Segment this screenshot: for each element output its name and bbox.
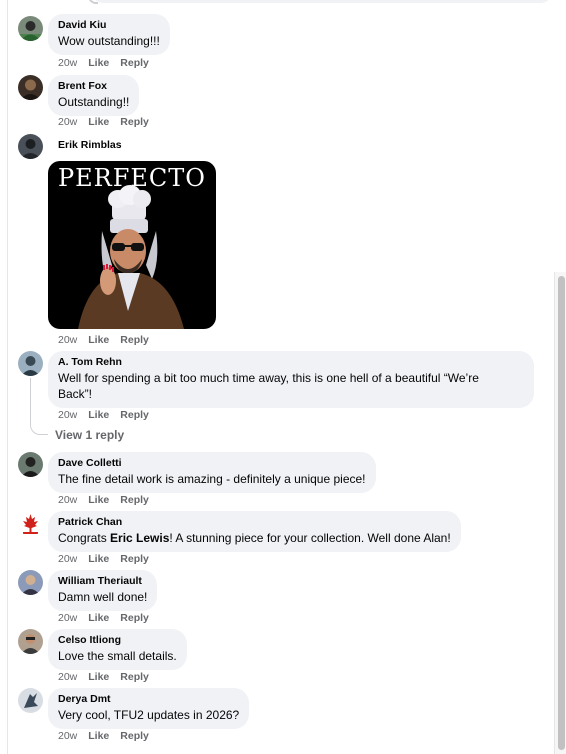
- comment-actions: 20w Like Reply: [58, 334, 160, 346]
- comment-text: Wow outstanding!!!: [58, 34, 160, 48]
- like-button[interactable]: Like: [88, 334, 109, 346]
- comment: Celso Itliong Love the small details. 20…: [18, 629, 558, 689]
- comment-time[interactable]: 20w: [58, 612, 77, 624]
- reply-button[interactable]: Reply: [120, 409, 149, 421]
- feed-left-border: [7, 0, 8, 754]
- reply-button[interactable]: Reply: [120, 334, 149, 346]
- comment-text: Outstanding!!: [58, 95, 130, 109]
- comment-actions: 20w Like Reply: [58, 671, 160, 683]
- comment-bubble: Brent Fox Outstanding!!: [48, 75, 140, 116]
- comment-author[interactable]: Dave Colletti: [58, 457, 366, 470]
- comment-author[interactable]: Celso Itliong: [58, 634, 177, 647]
- reply-button[interactable]: Reply: [120, 671, 149, 683]
- comment-actions: 20w Like Reply: [58, 730, 160, 742]
- comment-author[interactable]: Erik Rimblas: [58, 139, 122, 151]
- comment-actions: 20w Like Reply: [58, 553, 160, 565]
- avatar-icon[interactable]: [18, 134, 43, 159]
- comment-bubble: Derya Dmt Very cool, TFU2 updates in 202…: [48, 688, 250, 729]
- comment-text: The fine detail work is amazing - defini…: [58, 472, 366, 486]
- scrollbar-thumb[interactable]: [558, 276, 565, 750]
- thread-connector: [88, 0, 98, 4]
- comment-author[interactable]: Derya Dmt: [58, 693, 239, 706]
- comment-text-prefix: Congrats: [58, 531, 111, 545]
- comment-bubble: Celso Itliong Love the small details.: [48, 629, 187, 670]
- avatar-icon[interactable]: [18, 688, 43, 713]
- comment-time[interactable]: 20w: [58, 334, 77, 346]
- comment-author[interactable]: Patrick Chan: [58, 516, 451, 529]
- avatar-icon[interactable]: [18, 16, 43, 41]
- comment: Derya Dmt Very cool, TFU2 updates in 202…: [18, 688, 558, 748]
- reply-button[interactable]: Reply: [120, 57, 149, 69]
- reply-button[interactable]: Reply: [120, 553, 149, 565]
- comment: David Kiu Wow outstanding!!! 20w Like Repl…: [18, 14, 558, 76]
- comment: Dave Colletti The fine detail work is am…: [18, 452, 558, 512]
- comment-text-line-2: Back”!: [58, 387, 93, 401]
- comment-bubble: Dave Colletti The fine detail work is am…: [48, 452, 376, 493]
- reply-button[interactable]: Reply: [120, 730, 149, 742]
- like-button[interactable]: Like: [88, 116, 109, 128]
- comment-bubble: William Theriault Damn well done!: [48, 570, 158, 611]
- comment-text-suffix: ! A stunning piece for your collection. …: [169, 531, 451, 545]
- comment: Brent Fox Outstanding!! 20w Like Reply: [18, 75, 558, 135]
- comment-time[interactable]: 20w: [58, 553, 77, 565]
- comment-text: Damn well done!: [58, 590, 148, 604]
- comment-actions: 20w Like Reply: [58, 116, 160, 128]
- reply-button[interactable]: Reply: [120, 494, 149, 506]
- avatar-icon[interactable]: [18, 511, 43, 536]
- reply-button[interactable]: Reply: [120, 116, 149, 128]
- like-button[interactable]: Like: [88, 612, 109, 624]
- comment-text: Very cool, TFU2 updates in 2026?: [58, 708, 240, 722]
- avatar-icon[interactable]: [18, 351, 43, 376]
- comment: Erik Rimblas PERFECTO 20w Like Reply: [18, 134, 558, 346]
- comment-actions: 20w Like Reply: [58, 494, 160, 506]
- avatar-icon[interactable]: [18, 570, 43, 595]
- comment-bubble: David Kiu Wow outstanding!!!: [48, 14, 170, 55]
- reply-thread-line: [30, 378, 31, 423]
- comment-time[interactable]: 20w: [58, 116, 77, 128]
- comment-text-line-1: Well for spending a bit too much time aw…: [58, 371, 479, 385]
- avatar-icon[interactable]: [18, 452, 43, 477]
- comment-time[interactable]: 20w: [58, 730, 77, 742]
- comment-author[interactable]: Brent Fox: [58, 80, 129, 93]
- comment: William Theriault Damn well done! 20w Lik…: [18, 570, 558, 630]
- like-button[interactable]: Like: [88, 730, 109, 742]
- previous-comment-bubble-edge: [92, 0, 552, 3]
- comment-actions: 20w Like Reply: [58, 57, 160, 69]
- like-button[interactable]: Like: [88, 409, 109, 421]
- comment-time[interactable]: 20w: [58, 671, 77, 683]
- reply-button[interactable]: Reply: [120, 612, 149, 624]
- comment-author[interactable]: A. Tom Rehn: [58, 356, 524, 369]
- comment-actions: 20w Like Reply: [58, 612, 160, 624]
- view-replies-link[interactable]: View 1 reply: [55, 428, 124, 442]
- mention-link[interactable]: Eric Lewis: [110, 531, 169, 545]
- like-button[interactable]: Like: [88, 553, 109, 565]
- avatar-icon[interactable]: [18, 75, 43, 100]
- comment-actions: 20w Like Reply: [58, 409, 160, 421]
- comment-time[interactable]: 20w: [58, 409, 77, 421]
- comment-text: Congrats Eric Lewis! A stunning piece fo…: [58, 530, 451, 546]
- like-button[interactable]: Like: [88, 494, 109, 506]
- avatar-icon[interactable]: [18, 629, 43, 654]
- chef-sticker-image[interactable]: PERFECTO: [48, 161, 216, 329]
- comment-bubble: Patrick Chan Congrats Eric Lewis! A stun…: [48, 511, 461, 552]
- like-button[interactable]: Like: [88, 671, 109, 683]
- comment-text: Love the small details.: [58, 649, 177, 663]
- comment: Patrick Chan Congrats Eric Lewis! A stun…: [18, 511, 558, 571]
- scrollbar[interactable]: [554, 272, 566, 754]
- comment-time[interactable]: 20w: [58, 494, 77, 506]
- comment-time[interactable]: 20w: [58, 57, 77, 69]
- comment-bubble: A. Tom Rehn Well for spending a bit too …: [48, 351, 534, 408]
- comment-author[interactable]: William Theriault: [58, 575, 147, 588]
- like-button[interactable]: Like: [88, 57, 109, 69]
- comment-author[interactable]: David Kiu: [58, 19, 160, 32]
